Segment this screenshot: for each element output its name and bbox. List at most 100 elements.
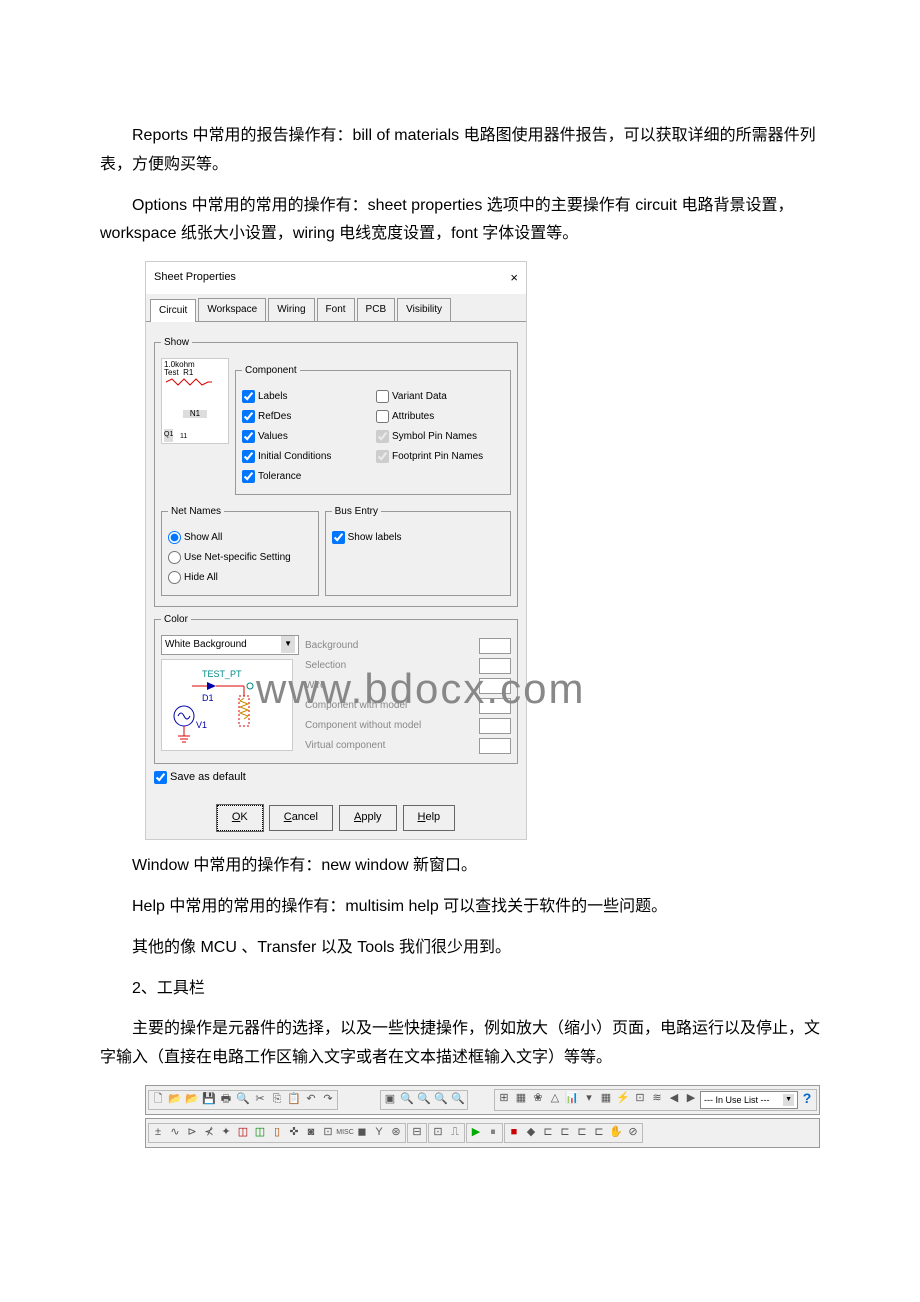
redo-icon[interactable]: ↷ (320, 1092, 336, 1108)
stop2-icon[interactable]: ◆ (523, 1125, 539, 1141)
help-button[interactable]: Help (403, 805, 456, 831)
tolerance-checkbox[interactable] (242, 470, 255, 483)
paragraph: Help 中常用的常用的操作有：multisim help 可以查找关于软件的一… (100, 893, 820, 922)
cancel-button[interactable]: Cancel (269, 805, 333, 831)
stop-icon[interactable]: ■ (506, 1125, 522, 1141)
show-labels-checkbox[interactable] (332, 531, 345, 544)
vc-swatch[interactable] (479, 738, 511, 754)
place-source-icon[interactable]: ± (150, 1125, 166, 1141)
chart-icon[interactable]: 📊 (564, 1091, 580, 1107)
post-icon[interactable]: ▦ (598, 1091, 614, 1107)
break-icon[interactable]: ⚡ (615, 1091, 631, 1107)
step-out-icon[interactable]: ⊏ (574, 1125, 590, 1141)
comp-icon[interactable]: ⊡ (632, 1091, 648, 1107)
save-icon[interactable]: 💾 (201, 1092, 217, 1108)
hide-all-radio[interactable] (168, 571, 181, 584)
symbol-pin-checkbox[interactable] (376, 430, 389, 443)
sub-icon[interactable]: ⎍ (447, 1125, 463, 1141)
zoom-fit-icon[interactable]: 🔍 (450, 1092, 466, 1108)
step-over-icon[interactable]: ⊏ (557, 1125, 573, 1141)
place-misc2-icon[interactable]: MISC (337, 1125, 353, 1141)
use-net-radio[interactable] (168, 551, 181, 564)
paragraph: 2、工具栏 (100, 975, 820, 1004)
anal-icon[interactable]: ≋ (649, 1091, 665, 1107)
arr-icon[interactable]: ▾ (581, 1091, 597, 1107)
step-to-icon[interactable]: ⊏ (591, 1125, 607, 1141)
bus-entry-group: Bus Entry Show labels (325, 503, 511, 596)
close-icon[interactable]: × (510, 266, 518, 289)
zoom-area-icon[interactable]: 🔍 (433, 1092, 449, 1108)
chevron-down-icon: ▼ (783, 1094, 794, 1107)
footprint-pin-checkbox[interactable] (376, 450, 389, 463)
place-mixed-icon[interactable]: ✜ (286, 1125, 302, 1141)
help-icon[interactable]: ? (799, 1091, 815, 1107)
pause-icon[interactable]: ⏸ (485, 1125, 501, 1141)
place-adv-icon[interactable]: ◼ (354, 1125, 370, 1141)
paragraph: 主要的操作是元器件的选择，以及一些快捷操作，例如放大（缩小）页面，电路运行以及停… (100, 1015, 820, 1073)
tri-icon[interactable]: △ (547, 1091, 563, 1107)
in-use-list-dropdown[interactable]: --- In Use List ---▼ (700, 1091, 798, 1109)
toolbar-1: 🗋 📂 📂 💾 🖶 🔍 ✂ ⎘ 📋 ↶ ↷ ▣ 🔍 🔍 🔍 🔍 ⊞ ▦ ❀ △ (145, 1085, 820, 1115)
full-icon[interactable]: ▣ (382, 1092, 398, 1108)
preview-icon[interactable]: 🔍 (235, 1092, 251, 1108)
place-ind-icon[interactable]: ◙ (303, 1125, 319, 1141)
vc-label: Virtual component (305, 737, 473, 755)
toolbars-image: 🗋 📂 📂 💾 🖶 🔍 ✂ ⎘ 📋 ↶ ↷ ▣ 🔍 🔍 🔍 🔍 ⊞ ▦ ❀ △ (145, 1085, 820, 1148)
tab-circuit[interactable]: Circuit (150, 299, 196, 322)
place-analog-icon[interactable]: ✦ (218, 1125, 234, 1141)
print-icon[interactable]: 🖶 (218, 1092, 234, 1108)
spread-icon[interactable]: ▦ (513, 1091, 529, 1107)
show-legend: Show (161, 334, 192, 352)
zoom-out-icon[interactable]: 🔍 (416, 1092, 432, 1108)
titlebar: Sheet Properties × (146, 262, 526, 293)
run-icon[interactable]: ▶ (468, 1125, 484, 1141)
sheet-properties-dialog: Sheet Properties × Circuit Workspace Wir… (145, 261, 527, 840)
place-cmos-icon[interactable]: ◫ (252, 1125, 268, 1141)
apply-button[interactable]: Apply (339, 805, 397, 831)
bus-icon[interactable]: ⊟ (409, 1125, 425, 1141)
paragraph: Reports 中常用的报告操作有：bill of materials 电路图使… (100, 122, 820, 180)
to-icon[interactable]: ▶ (683, 1091, 699, 1107)
ok-button[interactable]: OK (217, 805, 263, 831)
init-cond-checkbox[interactable] (242, 450, 255, 463)
tab-visibility[interactable]: Visibility (397, 298, 451, 321)
open2-icon[interactable]: 📂 (184, 1092, 200, 1108)
tab-font[interactable]: Font (317, 298, 355, 321)
place-basic-icon[interactable]: ∿ (167, 1125, 183, 1141)
labels-checkbox[interactable] (242, 390, 255, 403)
show-all-radio[interactable] (168, 531, 181, 544)
brk2-icon[interactable]: ⊘ (625, 1125, 641, 1141)
undo-icon[interactable]: ↶ (303, 1092, 319, 1108)
hier2-icon[interactable]: ⊡ (430, 1125, 446, 1141)
place-misc-icon[interactable]: ▯ (269, 1125, 285, 1141)
variant-data-checkbox[interactable] (376, 390, 389, 403)
step-in-icon[interactable]: ⊏ (540, 1125, 556, 1141)
place-rf-icon[interactable]: Y (371, 1125, 387, 1141)
place-diode-icon[interactable]: ⊳ (184, 1125, 200, 1141)
db-icon[interactable]: ❀ (530, 1091, 546, 1107)
place-pwr-icon[interactable]: ⊡ (320, 1125, 336, 1141)
place-trans-icon[interactable]: ⊀ (201, 1125, 217, 1141)
place-ttl-icon[interactable]: ◫ (235, 1125, 251, 1141)
dialog-title: Sheet Properties (154, 268, 510, 288)
values-checkbox[interactable] (242, 430, 255, 443)
component-preview: 1.0kohm Test R1 N1 Q1 11 (161, 358, 229, 444)
tab-workspace[interactable]: Workspace (198, 298, 266, 321)
new-icon[interactable]: 🗋 (150, 1092, 166, 1108)
ed-icon[interactable]: ◀ (666, 1091, 682, 1107)
save-default-checkbox[interactable] (154, 771, 167, 784)
refdes-checkbox[interactable] (242, 410, 255, 423)
brk-icon[interactable]: ✋ (608, 1125, 624, 1141)
paste-icon[interactable]: 📋 (286, 1092, 302, 1108)
place-em-icon[interactable]: ⊛ (388, 1125, 404, 1141)
zoom-in-icon[interactable]: 🔍 (399, 1092, 415, 1108)
copy-icon[interactable]: ⎘ (269, 1092, 285, 1108)
net-names-group: Net Names Show All Use Net-specific Sett… (161, 503, 319, 596)
cut-icon[interactable]: ✂ (252, 1092, 268, 1108)
attributes-checkbox[interactable] (376, 410, 389, 423)
tab-wiring[interactable]: Wiring (268, 298, 314, 321)
tab-pcb[interactable]: PCB (357, 298, 396, 321)
component-group: Component Labels RefDes Values Initial C… (235, 362, 511, 495)
hier-icon[interactable]: ⊞ (496, 1091, 512, 1107)
open-icon[interactable]: 📂 (167, 1092, 183, 1108)
